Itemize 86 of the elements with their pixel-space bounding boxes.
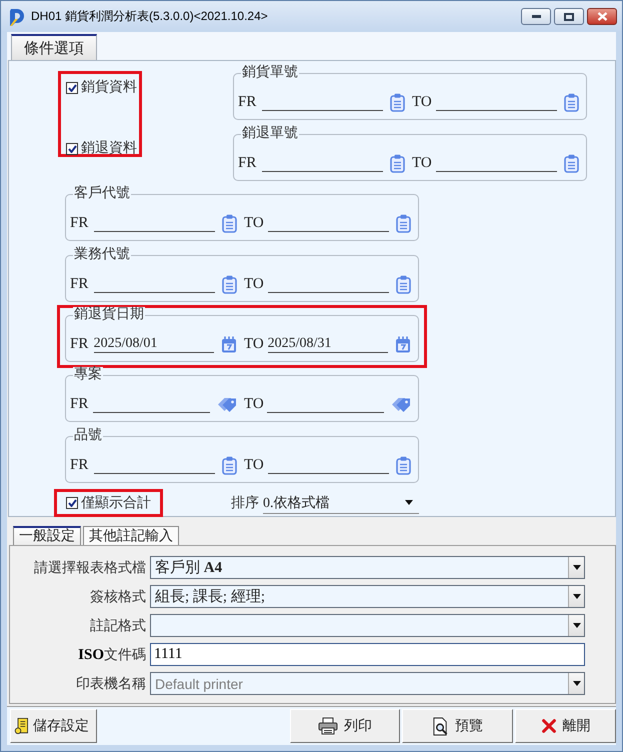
minimize-button[interactable] [521,8,551,25]
dropdown-field[interactable]: 客戶別 A4 [150,556,585,579]
range-label: FR [70,276,90,292]
field-label: 請選擇報表格式檔 [33,560,146,576]
checkmark-icon [68,144,76,152]
range-label: TO [244,396,264,412]
range-label: TO [412,154,433,172]
printer-icon [318,717,338,735]
dropdown-field[interactable]: Default printer [150,672,585,695]
checkbox[interactable] [66,82,78,94]
group-title: 專案 [73,367,103,383]
caret-icon [572,565,580,570]
checkbox-label[interactable]: 銷退資料 [81,140,137,157]
tag-icon[interactable] [217,396,237,412]
input-field[interactable]: 1111 [150,643,585,666]
dropdown-button[interactable] [568,557,584,578]
maximize-icon [564,12,574,20]
range-label: TO [244,214,265,232]
sort-dropdown[interactable]: 0.依格式檔 [263,492,419,514]
logo-icon [9,8,25,26]
caret-icon [405,500,413,505]
sort-label: 排序 [231,494,259,512]
note-icon [14,717,30,735]
dropdown-button[interactable] [568,586,584,607]
tab[interactable]: 一般設定 [13,526,81,545]
checkbox-label[interactable]: 僅顯示合計 [81,494,151,512]
field-label: 註記格式 [89,617,146,634]
range-label: TO [244,456,265,474]
group-title: 銷退貨日期 [73,307,145,323]
clipboard-icon[interactable] [390,92,405,112]
action-button[interactable]: 列印 [290,709,400,743]
range-label: FR [70,456,90,474]
group-title: 品號 [73,428,103,444]
clipboard-icon[interactable] [564,154,579,172]
dropdown-button[interactable] [568,615,584,636]
clipboard-icon[interactable] [222,214,237,232]
tag-icon[interactable] [391,396,411,412]
clipboard-icon[interactable] [564,92,579,112]
range-label: TO [412,94,433,110]
action-button[interactable]: 儲存設定 [10,709,97,743]
cross-icon [540,718,556,734]
close-icon [596,12,608,21]
dropdown-field[interactable]: 組長; 課長; 經理; [150,585,585,608]
field-label: 簽核格式 [89,588,146,606]
clipboard-icon[interactable] [222,456,237,474]
range-label: TO [244,336,265,352]
caret-icon [572,681,580,686]
field-label: 印表機名稱 [75,676,146,692]
tab[interactable]: 條件選項 [11,34,97,60]
clipboard-icon[interactable] [390,154,405,172]
range-label: FR [70,396,90,412]
checkbox-label[interactable]: 銷貨資料 [81,79,137,96]
close-button[interactable] [587,8,617,25]
group-title: 客戶代號 [73,186,131,202]
group-title: 銷退單號 [241,126,299,142]
range-label: FR [70,336,90,352]
calendar-icon[interactable] [395,336,411,352]
clipboard-icon[interactable] [396,456,411,474]
field-label: ISO文件碼 [77,646,146,664]
checkmark-icon [68,499,76,507]
range-label: FR [70,214,90,232]
group-title: 業務代號 [73,247,131,263]
action-button[interactable]: 預覽 [402,709,513,743]
minimize-icon [532,15,540,18]
calendar-icon[interactable] [221,336,237,352]
clipboard-icon[interactable] [396,214,411,232]
document-magnifier-icon [432,716,449,736]
dropdown-button[interactable] [568,673,584,694]
group-title: 銷貨單號 [241,65,299,81]
range-label: FR [238,154,258,172]
dropdown-field[interactable] [150,614,585,637]
caret-icon [572,594,580,599]
input-field[interactable]: 2025/08/01 [94,335,214,353]
input-field[interactable]: 2025/08/31 [268,335,388,353]
checkmark-icon [68,84,76,92]
checkbox[interactable] [66,142,78,154]
range-label: TO [244,276,265,292]
action-button[interactable]: 離開 [515,709,616,743]
checkbox[interactable] [66,497,78,509]
caret-icon [572,623,580,628]
maximize-button[interactable] [554,8,584,25]
tab[interactable]: 其他註記輸入 [83,526,179,545]
range-label: FR [238,94,258,110]
clipboard-icon[interactable] [396,274,411,294]
clipboard-icon[interactable] [222,274,237,294]
window-title: DH01 銷貨利潤分析表(5.3.0.0)<2021.10.24> [31,8,268,25]
